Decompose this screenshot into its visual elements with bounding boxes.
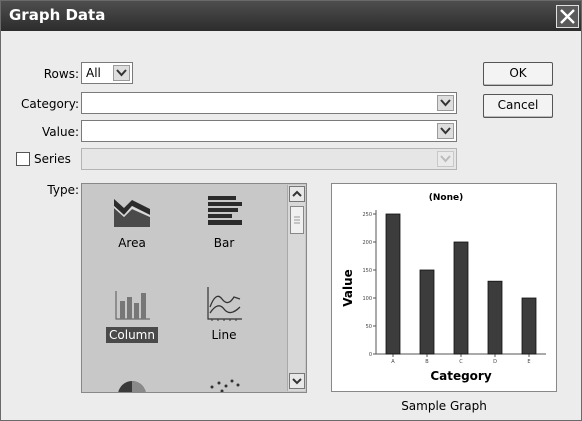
close-button[interactable]: [556, 5, 579, 28]
y-tick-label: 100: [362, 296, 372, 302]
chart-bar: [385, 213, 401, 355]
chart-title: (None): [429, 193, 463, 203]
graph-type-label: Line: [211, 328, 237, 342]
chart-bar: [487, 280, 503, 355]
rows-select-value: All: [86, 66, 101, 80]
scatter-chart-icon: [210, 379, 240, 392]
graph-type-scrollbar[interactable]: [287, 185, 305, 391]
ok-button[interactable]: OK: [483, 62, 553, 86]
sample-graph-chart: (None) Value Category 0 50 100 150 200 250 A B C…: [341, 193, 546, 383]
chart-bar: [419, 269, 435, 355]
chart-x-axis-label: Category: [430, 369, 492, 383]
column-chart-icon: [115, 291, 150, 320]
value-label: Value:: [42, 125, 79, 139]
x-tick-label: C: [459, 359, 463, 365]
chart-y-axis-label: Value: [341, 269, 355, 307]
pie-chart-icon: [118, 381, 146, 392]
y-tick-label: 0: [369, 352, 372, 358]
sample-graph-preview: (None) Value Category 0 50 100 150 200 250 A B C…: [331, 183, 557, 392]
chart-bar: [521, 297, 537, 355]
type-label: Type:: [47, 183, 79, 197]
graph-type-column[interactable]: Column: [95, 285, 169, 343]
chevron-down-icon: [116, 69, 127, 77]
graph-type-area[interactable]: Area: [95, 193, 169, 251]
x-tick-label: E: [527, 359, 530, 365]
title-bar[interactable]: Graph Data: [1, 1, 581, 31]
graph-type-label: Bar: [213, 236, 235, 250]
close-icon: [560, 9, 575, 24]
y-tick-label: 50: [366, 324, 372, 330]
bar-chart-icon: [208, 196, 242, 225]
chart-bar: [453, 241, 469, 355]
rows-select[interactable]: All: [81, 62, 133, 84]
x-tick-label: B: [425, 359, 429, 365]
series-checkbox[interactable]: [16, 152, 30, 166]
scroll-up-button[interactable]: [289, 186, 305, 202]
graph-type-bar[interactable]: Bar: [187, 193, 261, 251]
chevron-down-icon: [292, 378, 302, 385]
rows-select-dropdown-button[interactable]: [113, 65, 130, 81]
graph-data-dialog: Graph Data Rows: All Category: Value: Se…: [0, 0, 582, 421]
chart-bars: [385, 213, 537, 355]
graph-type-scatter[interactable]: [187, 377, 261, 392]
graph-type-label: Area: [118, 236, 146, 250]
value-select-dropdown-button[interactable]: [437, 123, 454, 139]
cancel-button[interactable]: Cancel: [483, 94, 553, 118]
y-tick-label: 200: [362, 240, 372, 246]
chevron-down-icon: [440, 127, 451, 135]
graph-type-line[interactable]: Line: [187, 285, 261, 343]
sample-graph-caption: Sample Graph: [401, 399, 487, 413]
grip-icon: [294, 216, 300, 224]
area-chart-icon: [114, 199, 150, 227]
category-select-dropdown-button[interactable]: [437, 95, 454, 111]
chevron-down-icon: [440, 99, 451, 107]
scroll-thumb[interactable]: [290, 206, 304, 234]
series-select: [81, 148, 457, 170]
chevron-down-icon: [440, 155, 451, 163]
graph-type-label: Column: [106, 327, 158, 343]
graph-type-pie[interactable]: [95, 377, 169, 392]
category-select[interactable]: [81, 92, 457, 114]
chevron-up-icon: [292, 190, 302, 197]
y-tick-label: 150: [362, 268, 372, 274]
series-label[interactable]: Series: [34, 152, 71, 166]
y-tick-label: 250: [362, 212, 372, 218]
graph-type-list[interactable]: Area Bar Column Line: [81, 183, 307, 393]
series-select-dropdown-button: [437, 151, 454, 167]
rows-label: Rows:: [43, 67, 79, 81]
value-select[interactable]: [81, 120, 457, 142]
x-tick-label: A: [391, 359, 395, 365]
dialog-title: Graph Data: [9, 6, 106, 24]
line-chart-icon: [207, 287, 242, 321]
x-tick-label: D: [493, 359, 497, 365]
scroll-down-button[interactable]: [289, 373, 305, 389]
category-label: Category:: [21, 97, 79, 111]
